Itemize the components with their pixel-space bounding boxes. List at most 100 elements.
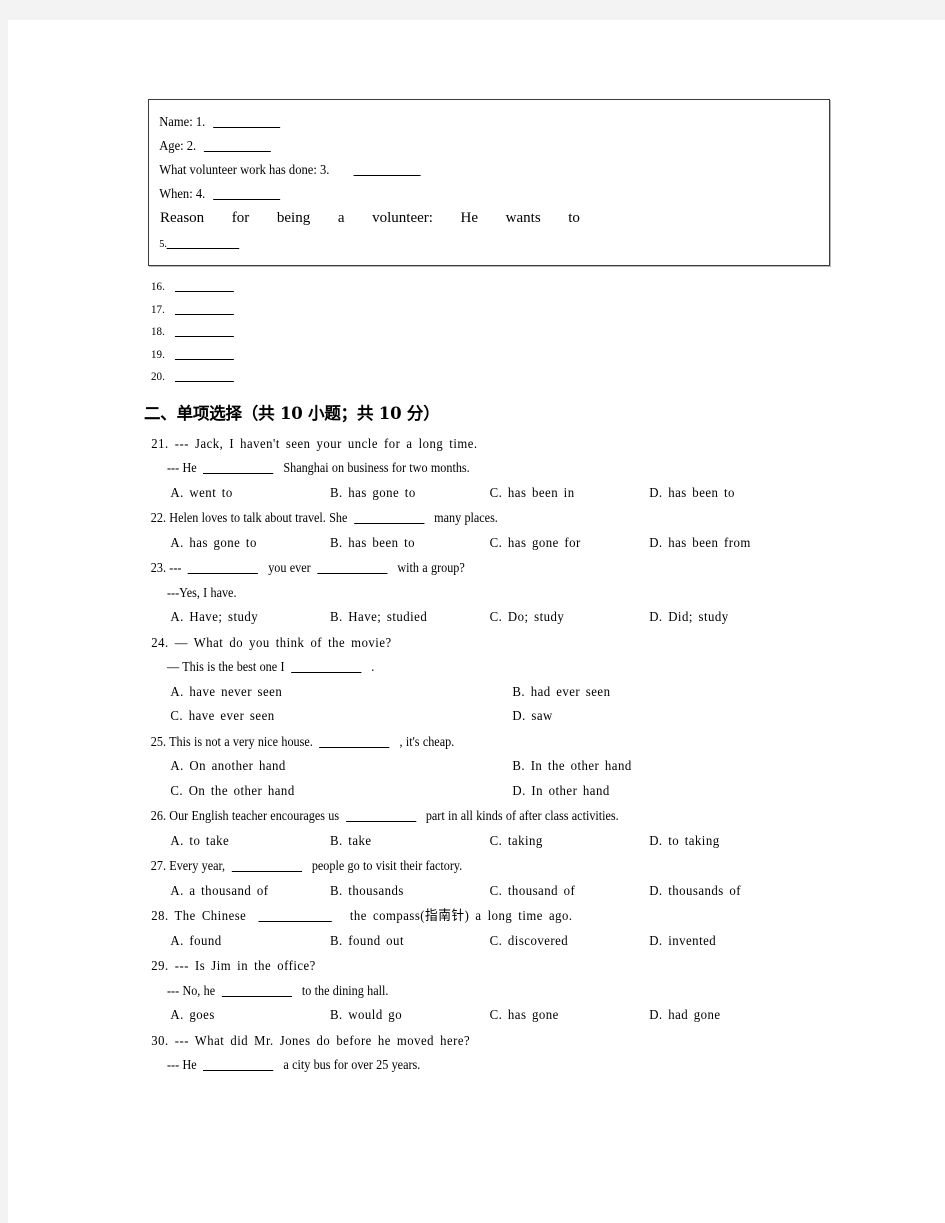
question-26: 26. Our English teacher encourages us pa… — [140, 804, 840, 853]
answer-number-18: 18. — [151, 324, 165, 338]
question-text: 26. Our English teacher encourages us — [150, 808, 340, 823]
question-stem: 28. The Chinese the compass(指南针) a long … — [140, 904, 798, 929]
option-b[interactable]: B. take — [330, 829, 490, 854]
list-item: 20. — [140, 365, 784, 388]
option-a[interactable]: A. have never seen — [170, 680, 512, 705]
answer-blank[interactable] — [345, 821, 416, 822]
option-b[interactable]: B. has gone to — [330, 481, 490, 506]
form-blank-5[interactable] — [166, 248, 240, 249]
answer-blank-18[interactable] — [174, 336, 234, 337]
question-text: 27. Every year, — [150, 858, 226, 873]
form-blank-1[interactable] — [212, 127, 280, 128]
option-b[interactable]: B. In the other hand — [512, 754, 631, 779]
option-a[interactable]: A. Have; study — [170, 605, 330, 630]
option-c[interactable]: C. has gone — [490, 1003, 650, 1028]
reason-word-4: volunteer: — [372, 210, 433, 226]
question-23: 23. --- you ever with a group? ---Yes, I … — [140, 556, 840, 630]
question-options: A. a thousand of B. thousands C. thousand … — [140, 879, 805, 904]
question-text: to the dining hall. — [301, 982, 389, 998]
option-b[interactable]: B. found out — [330, 929, 490, 954]
option-b[interactable]: B. has been to — [330, 531, 490, 556]
question-text: 22. Helen loves to talk about travel. Sh… — [150, 510, 348, 525]
option-a[interactable]: A. found — [170, 929, 330, 954]
question-text: . — [371, 659, 375, 674]
option-b[interactable]: B. Have; studied — [330, 605, 490, 630]
question-21: 21. --- Jack, I haven't seen your uncle … — [140, 432, 840, 506]
section-heading: 二、单项选择（共 10 小题；共 10 分） — [144, 403, 440, 423]
list-item: 19. — [140, 343, 784, 366]
answer-blank-17[interactable] — [174, 313, 234, 315]
form-label-work: What volunteer work has done: 3. — [159, 162, 330, 177]
answer-blank[interactable] — [258, 921, 332, 922]
option-a[interactable]: A. a thousand of — [170, 879, 330, 904]
answer-blank-20[interactable] — [174, 381, 234, 382]
question-stem: 24. — What do you think of the movie? — [151, 634, 392, 650]
question-text: Shanghai on business for two months. — [283, 460, 470, 475]
option-d[interactable]: D. had gone — [649, 1003, 720, 1028]
answer-number-20: 20. — [151, 369, 165, 383]
form-label-when: When: 4. — [159, 186, 206, 201]
option-c[interactable]: C. taking — [490, 829, 650, 854]
option-a[interactable]: A. On another hand — [170, 754, 512, 779]
form-label-name: Name: 1. — [159, 114, 206, 129]
question-subline: --- No, he to the dining hall. — [140, 979, 770, 1004]
question-options: A. goes B. would go C. has gone D. had gone — [140, 1003, 805, 1028]
question-text: — This is the best one I — [167, 659, 285, 674]
answer-blank[interactable] — [188, 573, 259, 574]
question-stem: 22. Helen loves to talk about travel. Sh… — [140, 506, 770, 531]
option-c[interactable]: C. thousand of — [490, 879, 650, 904]
answer-blank[interactable] — [231, 871, 302, 872]
option-c[interactable]: C. have ever seen — [170, 704, 512, 729]
answer-blank[interactable] — [317, 573, 388, 574]
option-a[interactable]: A. to take — [170, 829, 330, 854]
option-d[interactable]: D. invented — [649, 929, 716, 954]
form-blank-4[interactable] — [212, 199, 280, 200]
question-options: A. found B. found out C. discovered D. inve… — [140, 929, 805, 954]
question-options: A. has gone to B. has been to C. has gone … — [140, 531, 805, 556]
question-text: --- He — [167, 460, 197, 475]
option-c[interactable]: C. Do; study — [490, 605, 650, 630]
question-text: people go to visit their factory. — [311, 858, 463, 873]
answer-blank-16[interactable] — [174, 291, 234, 292]
option-b[interactable]: B. had ever seen — [512, 680, 610, 705]
option-d[interactable]: D. thousands of — [649, 879, 741, 904]
option-d[interactable]: D. saw — [512, 704, 552, 729]
option-a[interactable]: A. went to — [170, 481, 330, 506]
answer-blank[interactable] — [203, 473, 274, 474]
option-c[interactable]: C. has gone for — [490, 531, 650, 556]
option-b[interactable]: B. thousands — [330, 879, 490, 904]
option-d[interactable]: D. to taking — [649, 829, 719, 854]
option-b[interactable]: B. would go — [330, 1003, 490, 1028]
answer-blank[interactable] — [291, 672, 362, 673]
list-item: 18. — [140, 320, 784, 343]
answer-blank-19[interactable] — [174, 358, 234, 360]
question-text: with a group? — [397, 560, 465, 575]
answer-blank[interactable] — [354, 523, 425, 524]
option-d[interactable]: D. Did; study — [649, 605, 728, 630]
question-28: 28. The Chinese the compass(指南针) a long … — [140, 904, 840, 953]
option-d[interactable]: D. has been to — [649, 481, 735, 506]
question-text: the compass(指南针) a long time ago. — [349, 908, 573, 923]
question-text: --- No, he — [167, 982, 216, 998]
question-subline: --- He Shanghai on business for two mont… — [140, 456, 770, 481]
question-text: a city bus for over 25 years. — [283, 1057, 421, 1072]
form-blank-3[interactable] — [353, 175, 421, 176]
form-label-5: 5. — [159, 238, 167, 250]
option-c[interactable]: C. discovered — [490, 929, 650, 954]
form-row-reason: Reason for being a volunteer: He wants t… — [149, 206, 580, 230]
answer-blank[interactable] — [221, 995, 292, 997]
option-d[interactable]: D. In other hand — [512, 779, 609, 804]
answer-blank[interactable] — [203, 1070, 274, 1071]
form-row-when: When: 4. — [149, 182, 781, 206]
option-c[interactable]: C. On the other hand — [170, 779, 512, 804]
question-options: A. went to B. has gone to C. has been in D.… — [140, 481, 805, 506]
option-c[interactable]: C. has been in — [490, 481, 650, 506]
answer-blank[interactable] — [319, 746, 390, 748]
option-a[interactable]: A. goes — [170, 1003, 330, 1028]
question-stem: 23. --- you ever with a group? — [140, 556, 770, 581]
option-d[interactable]: D. has been from — [649, 531, 751, 556]
form-blank-2[interactable] — [203, 151, 271, 152]
option-a[interactable]: A. has gone to — [170, 531, 330, 556]
question-stem: 21. --- Jack, I haven't seen your uncle … — [151, 435, 478, 451]
volunteer-form-box: Name: 1. Age: 2. What volunteer work has… — [148, 99, 830, 266]
